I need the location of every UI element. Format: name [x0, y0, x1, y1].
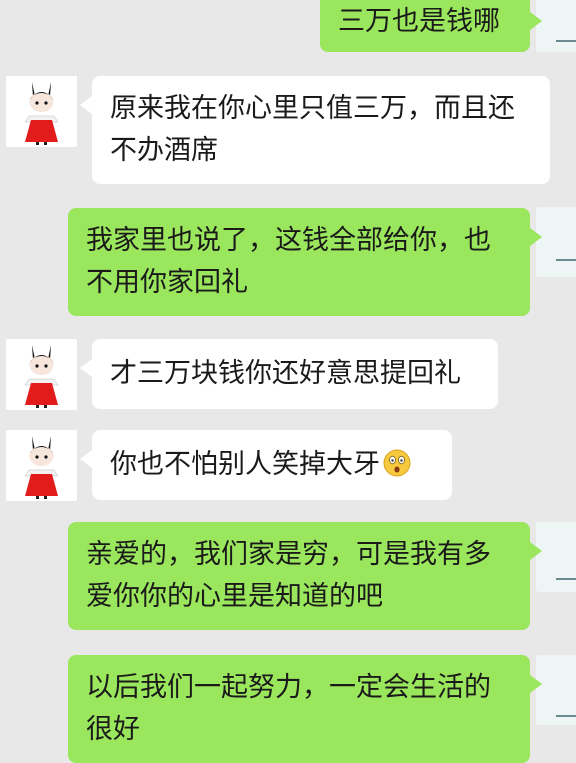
message-text: 不用你家回礼 [86, 267, 248, 298]
message-text: 爱你你的心里是知道的吧 [86, 581, 383, 612]
own-avatar[interactable] [536, 655, 576, 725]
contact-avatar[interactable] [6, 430, 77, 501]
incoming-message[interactable]: 原来我在你心里只值三万，而且还 不办酒席 [80, 76, 550, 184]
contact-avatar[interactable] [6, 339, 77, 410]
outgoing-message[interactable]: 亲爱的，我们家是穷，可是我有多 爱你你的心里是知道的吧 [68, 522, 542, 630]
message-text: 原来我在你心里只值三万，而且还 [110, 93, 515, 124]
cartoon-girl-avatar-icon [24, 436, 59, 499]
cartoon-girl-avatar-icon [24, 82, 59, 145]
message-text: 很好 [86, 714, 140, 745]
own-avatar[interactable] [536, 207, 576, 277]
incoming-message[interactable]: 你也不怕别人笑掉大牙 [80, 430, 452, 500]
message-text: 才三万块钱你还好意思提回礼 [110, 358, 461, 389]
surprised-face-emoji-icon [382, 448, 412, 491]
message-text: 不办酒席 [110, 135, 218, 166]
incoming-message[interactable]: 才三万块钱你还好意思提回礼 [80, 339, 498, 409]
own-avatar[interactable] [536, 522, 576, 592]
message-text: 我家里也说了，这钱全部给你，也 [86, 225, 491, 256]
message-text: 以后我们一起努力，一定会生活的 [86, 672, 491, 703]
message-text: 亲爱的，我们家是穷，可是我有多 [86, 539, 491, 570]
message-text: 你也不怕别人笑掉大牙 [110, 449, 380, 480]
cartoon-girl-avatar-icon [24, 345, 59, 408]
outgoing-message[interactable]: 我家里也说了，这钱全部给你，也 不用你家回礼 [68, 208, 542, 316]
contact-avatar[interactable] [6, 76, 77, 147]
own-avatar[interactable] [536, 0, 576, 52]
message-text: 三万也是钱哪 [338, 6, 500, 37]
outgoing-message[interactable]: 以后我们一起努力，一定会生活的 很好 [68, 655, 542, 763]
outgoing-message[interactable]: 三万也是钱哪 [320, 0, 542, 52]
